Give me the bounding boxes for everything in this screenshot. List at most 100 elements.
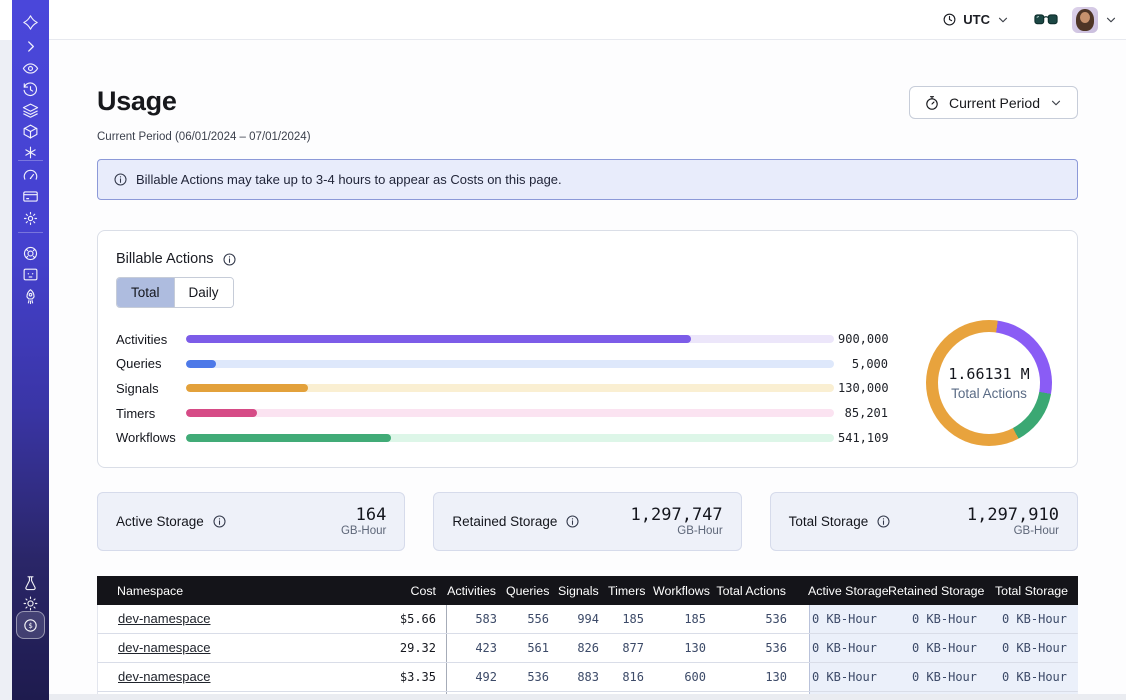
tab-total[interactable]: Total [117,278,175,307]
usage-page: $ UTC Usage Current Period Current Perio… [0,0,1126,700]
info-icon[interactable] [212,514,227,529]
namespace-cell: dev-namespace [98,668,353,686]
namespace-link[interactable]: dev-namespace [118,611,211,626]
value-cell: 826 [559,641,609,655]
value-cell: 877 [609,641,654,655]
bar-fill [186,335,691,343]
bar-track [186,384,834,392]
info-icon[interactable] [876,514,891,529]
column-header: Timers [608,584,653,598]
settings-gear-icon[interactable] [22,210,39,227]
bar-value: 130,000 [838,381,888,395]
bar-fill [186,409,257,417]
table-row: dev-namespace$5.665835569941851855360 KB… [97,605,1078,634]
value-cell: 29.32 [353,634,447,662]
bar-row-workflows: Workflows 541,109 [116,425,1077,450]
active-storage-unit: GB-Hour [341,525,386,537]
bar-track [186,335,834,343]
support-lifebuoy-icon[interactable] [22,245,39,262]
sidebar-divider [18,160,43,161]
period-button-label: Current Period [949,95,1040,111]
bar-label: Signals [116,381,182,396]
timezone-selector[interactable]: UTC [942,12,1010,27]
feedback-console-icon[interactable] [22,266,39,283]
temporal-logo-icon[interactable] [22,14,39,31]
namespace-link[interactable]: dev-namespace [118,669,211,684]
user-menu-chevron-icon[interactable] [1104,13,1118,27]
nexus-asterisk-icon[interactable] [22,144,39,161]
info-icon[interactable] [222,252,237,267]
donut-total-value: 1.66131 M [948,365,1029,383]
chevron-down-icon [996,13,1010,27]
retained-storage-value: 1,297,747 [631,506,723,526]
value-cell: 0 KB-Hour [889,634,989,662]
active-storage-value: 164 [341,506,386,526]
namespace-cell: dev-namespace [98,639,353,657]
column-header: Namespace [97,584,352,598]
value-cell: 185 [654,612,716,626]
table-row: dev-namespace29.324235618268771305360 KB… [97,634,1078,663]
namespace-link[interactable]: dev-namespace [118,640,211,655]
info-icon[interactable] [565,514,580,529]
billable-view-tabs: Total Daily [116,277,234,308]
billing-card-icon[interactable] [22,188,39,205]
active-storage-card: Active Storage 164 GB-Hour [97,492,405,551]
value-cell: 492 [447,670,507,684]
period-select-button[interactable]: Current Period [909,86,1078,119]
main-content: Usage Current Period Current Period (06/… [49,40,1126,700]
svg-text:$: $ [28,621,33,630]
column-header: Signals [558,584,608,598]
column-header: Active Storage [808,584,888,598]
sidebar-expand-icon[interactable] [22,38,39,55]
usage-gauge-icon[interactable] [22,166,39,183]
namespaces-eye-icon[interactable] [22,60,39,77]
value-cell: 130 [654,641,716,655]
column-header: Total Actions [715,584,808,598]
rocket-icon[interactable] [22,288,39,305]
page-bottom-strip [49,694,1126,700]
stopwatch-icon [924,95,940,111]
history-icon[interactable] [22,81,39,98]
value-cell: 0 KB-Hour [889,605,989,633]
bar-row-activities: Activities900,000 [116,327,1077,352]
user-avatar[interactable] [1072,7,1098,33]
bar-label: Timers [116,406,182,421]
bar-track [186,360,834,368]
value-cell: 0 KB-Hour [809,663,889,691]
value-cell: 816 [609,670,654,684]
value-cell: 556 [507,612,559,626]
bar-value: 85,201 [838,406,888,420]
retained-storage-card: Retained Storage 1,297,747 GB-Hour [433,492,741,551]
tab-daily[interactable]: Daily [175,278,233,307]
value-cell: 130 [716,670,809,684]
cube-icon[interactable] [22,123,39,140]
bar-label: Workflows [116,430,182,445]
labs-flask-icon[interactable] [22,575,39,592]
bar-track [186,434,834,442]
value-cell: 0 KB-Hour [809,634,889,662]
column-header: Activities [446,584,506,598]
total-storage-card: Total Storage 1,297,910 GB-Hour [770,492,1078,551]
glasses-icon[interactable] [1034,12,1058,27]
namespace-cell: dev-namespace [98,610,353,628]
bar-value: 5,000 [838,357,888,371]
bar-value: 900,000 [838,332,888,346]
page-gutter [0,40,12,700]
total-actions-donut: 1.66131 M Total Actions [926,320,1052,446]
value-cell: 536 [716,612,809,626]
layers-icon[interactable] [22,102,39,119]
billable-actions-card: Billable Actions Total Daily Activities9… [97,230,1078,468]
credits-coin-button[interactable]: $ [16,611,45,639]
storage-summary-row: Active Storage 164 GB-Hour Retained Stor… [97,492,1078,551]
bar-value: 541,109 [838,431,888,445]
value-cell: 583 [447,612,507,626]
theme-sun-icon[interactable] [22,595,39,612]
banner-text: Billable Actions may take up to 3-4 hour… [136,172,562,187]
bar-fill [186,360,216,368]
table-row: dev-namespace$3.354925368838166001300 KB… [97,663,1078,692]
value-cell: 561 [507,641,559,655]
value-cell: 994 [559,612,609,626]
value-cell: 185 [609,612,654,626]
column-header: Queries [506,584,558,598]
total-storage-unit: GB-Hour [967,525,1059,537]
